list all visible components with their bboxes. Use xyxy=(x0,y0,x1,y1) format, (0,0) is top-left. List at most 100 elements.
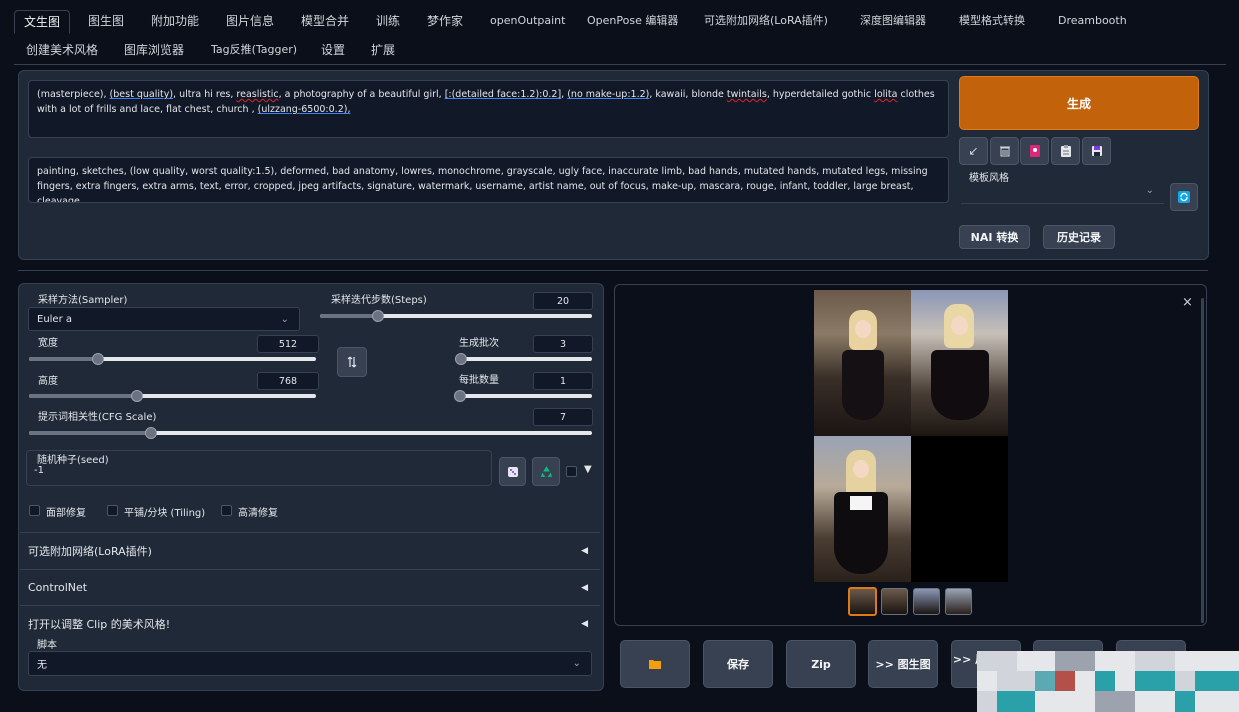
restore-faces-label: 面部修复 xyxy=(46,508,86,519)
swap-icon xyxy=(347,356,357,368)
accordion-controlnet[interactable]: ControlNet ◀ xyxy=(20,569,600,605)
swap-dimensions-button[interactable] xyxy=(337,347,367,377)
slider-thumb[interactable] xyxy=(455,353,467,365)
prompt-input[interactable]: (masterpiece), (best quality), ultra hi … xyxy=(28,80,949,138)
script-select[interactable]: 无 ⌄ xyxy=(28,651,592,676)
send-to-img2img-button[interactable]: >> 图生图 xyxy=(868,640,938,688)
tab-dreambooth[interactable]: Dreambooth xyxy=(1054,10,1131,32)
image-tile-3 xyxy=(814,436,911,582)
tab-openoutpaint[interactable]: openOutpaint xyxy=(486,10,569,32)
prompt-text: , a photography of a beautiful girl, xyxy=(278,89,445,100)
open-folder-button[interactable] xyxy=(620,640,690,688)
thumbnail-1[interactable] xyxy=(848,587,877,616)
style-dropdown[interactable]: ⌄ xyxy=(961,181,1164,204)
random-seed-button[interactable] xyxy=(499,457,526,486)
slider-thumb[interactable] xyxy=(372,310,384,322)
save-button[interactable]: 保存 xyxy=(703,640,773,688)
thumbnail-2[interactable] xyxy=(881,588,908,615)
image-tile-2 xyxy=(911,290,1008,436)
close-icon[interactable]: × xyxy=(1182,295,1193,310)
slider-thumb[interactable] xyxy=(144,427,157,439)
read-params-button[interactable]: ↙ xyxy=(959,137,988,165)
tab-additional-networks[interactable]: 可选附加网络(LoRA插件) xyxy=(700,10,832,32)
tab-merge[interactable]: 模型合并 xyxy=(297,10,353,32)
steps-input[interactable]: 20 xyxy=(533,292,593,310)
tab-model-convert[interactable]: 模型格式转换 xyxy=(955,10,1029,32)
width-input[interactable]: 512 xyxy=(257,335,319,353)
slider-thumb[interactable] xyxy=(454,390,466,402)
accordion-label: 可选附加网络(LoRA插件) xyxy=(28,544,152,558)
tab-create-style[interactable]: 创建美术风格 xyxy=(22,39,102,61)
dice-icon xyxy=(507,466,518,477)
hires-fix-label: 高清修复 xyxy=(238,508,278,519)
tab-image-browser[interactable]: 图库浏览器 xyxy=(120,39,188,61)
nai-convert-button[interactable]: NAI 转换 xyxy=(959,225,1030,249)
tab-train[interactable]: 训练 xyxy=(372,10,404,32)
seed-label: 随机种子(seed) xyxy=(37,455,109,466)
thumbnail-3[interactable] xyxy=(913,588,940,615)
sampler-select[interactable]: Euler a ⌄ xyxy=(28,307,300,331)
tab-img2img[interactable]: 图生图 xyxy=(84,10,128,32)
thumbnail-4[interactable] xyxy=(945,588,972,615)
refresh-icon xyxy=(1178,191,1190,203)
hires-fix-checkbox[interactable] xyxy=(221,505,232,516)
history-button[interactable]: 历史记录 xyxy=(1043,225,1115,249)
tiling-label: 平铺/分块 (Tiling) xyxy=(124,508,206,519)
negative-prompt-input[interactable]: painting, sketches, (low quality, worst … xyxy=(28,157,949,203)
batch-count-slider[interactable] xyxy=(455,357,592,361)
prompt-text: twintails xyxy=(726,89,767,100)
accordion-label: ControlNet xyxy=(28,581,88,594)
restore-faces-checkbox[interactable] xyxy=(29,505,40,516)
generated-image-grid[interactable] xyxy=(814,290,1008,582)
height-input[interactable]: 768 xyxy=(257,372,319,390)
slider-thumb[interactable] xyxy=(130,390,143,402)
generate-button[interactable]: 生成 xyxy=(959,76,1199,130)
recycle-icon xyxy=(540,466,552,477)
card-icon xyxy=(1029,145,1040,157)
tab-extras[interactable]: 附加功能 xyxy=(147,10,203,32)
slider-fill xyxy=(29,394,137,398)
script-label: 脚本 xyxy=(37,640,57,651)
extra-seed-checkbox[interactable] xyxy=(566,466,577,477)
tab-depth-editor[interactable]: 深度图编辑器 xyxy=(856,10,930,32)
cfg-input[interactable]: 7 xyxy=(533,408,593,426)
prompt-text: reaslistic xyxy=(236,89,279,100)
batch-size-input[interactable]: 1 xyxy=(533,372,593,390)
slider-fill xyxy=(29,431,151,435)
prompt-text: lolita xyxy=(874,89,898,100)
tab-tagger[interactable]: Tag反推(Tagger) xyxy=(207,39,301,61)
seed-input[interactable]: -1 xyxy=(34,465,484,481)
prompt-text: , hyperdetailed gothic xyxy=(766,89,875,100)
tab-extensions[interactable]: 扩展 xyxy=(367,39,399,61)
reuse-seed-button[interactable] xyxy=(532,457,560,486)
clear-prompt-button[interactable] xyxy=(990,137,1019,165)
tab-txt2img[interactable]: 文生图 xyxy=(14,10,71,34)
accordion-additional-networks[interactable]: 可选附加网络(LoRA插件) ◀ xyxy=(20,532,600,568)
tab-dream-writer[interactable]: 梦作家 xyxy=(423,10,467,32)
height-label: 高度 xyxy=(38,376,58,387)
batch-size-slider[interactable] xyxy=(454,394,592,398)
zip-button[interactable]: Zip xyxy=(786,640,856,688)
accordion-clip-style[interactable]: 打开以调整 Clip 的美术风格! ◀ xyxy=(20,605,600,641)
extra-networks-button[interactable] xyxy=(1020,137,1049,165)
accordion-label: 打开以调整 Clip 的美术风格! xyxy=(28,617,171,631)
script-value: 无 xyxy=(37,660,47,671)
prompt-text: (best quality) xyxy=(109,89,174,100)
clipboard-icon xyxy=(1060,145,1071,157)
batch-count-input[interactable]: 3 xyxy=(533,335,593,353)
apply-style-button[interactable] xyxy=(1051,137,1080,165)
gallery-scrollbar[interactable] xyxy=(1201,298,1204,623)
tab-openpose[interactable]: OpenPose 编辑器 xyxy=(583,10,682,32)
tab-settings[interactable]: 设置 xyxy=(317,39,349,61)
tab-divider xyxy=(14,64,1226,65)
tab-png-info[interactable]: 图片信息 xyxy=(222,10,278,32)
width-label: 宽度 xyxy=(38,338,58,349)
triangle-left-icon: ◀ xyxy=(581,582,588,593)
triangle-down-icon[interactable]: ▼ xyxy=(584,464,592,475)
trash-icon xyxy=(999,146,1010,157)
refresh-styles-button[interactable] xyxy=(1170,183,1198,211)
chevron-down-icon: ⌄ xyxy=(572,658,581,669)
tiling-checkbox[interactable] xyxy=(107,505,118,516)
prompt-text: (ulzzang-6500:0.2), xyxy=(257,104,351,115)
save-style-button[interactable] xyxy=(1082,137,1111,165)
